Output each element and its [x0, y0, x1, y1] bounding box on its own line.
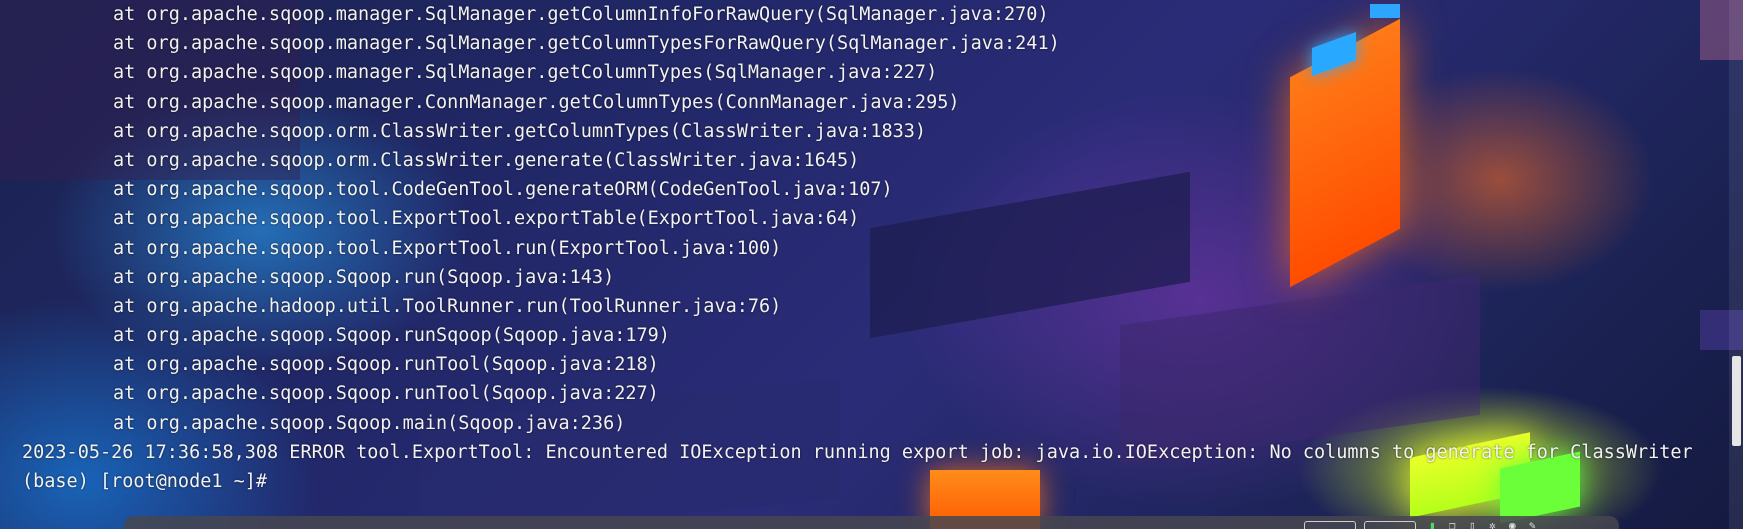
stack-trace-line: at org.apache.sqoop.orm.ClassWriter.gene…	[113, 149, 860, 171]
stack-trace-line: at org.apache.sqoop.Sqoop.runTool(Sqoop.…	[113, 354, 659, 376]
stack-trace-line: at org.apache.sqoop.manager.SqlManager.g…	[113, 4, 1049, 25]
edit-icon[interactable]: ✎	[1529, 520, 1536, 529]
stack-trace-line: at org.apache.sqoop.manager.ConnManager.…	[113, 91, 960, 113]
settings-icon[interactable]: ✲	[1489, 520, 1496, 529]
shell-prompt[interactable]: (base) [root@node1 ~]#	[0, 467, 1720, 496]
info-icon[interactable]: ◉	[1509, 520, 1516, 529]
file-icon[interactable]: ▯	[1469, 520, 1476, 529]
stack-trace-line: at org.apache.sqoop.Sqoop.runTool(Sqoop.…	[113, 383, 659, 405]
stack-trace-line: at org.apache.sqoop.orm.ClassWriter.getC…	[113, 120, 927, 142]
signal-icon[interactable]: ▮	[1429, 520, 1436, 529]
stack-trace-line: at org.apache.sqoop.tool.ExportTool.expo…	[113, 208, 860, 230]
terminal-window[interactable]: at org.apache.sqoop.manager.SqlManager.g…	[0, 0, 1743, 529]
toolbar-button[interactable]	[1304, 521, 1356, 529]
stack-trace-line: at org.apache.sqoop.tool.CodeGenTool.gen…	[113, 179, 893, 201]
terminal-output[interactable]: at org.apache.sqoop.manager.SqlManager.g…	[0, 0, 1720, 496]
copy-icon[interactable]: ❐	[1449, 520, 1456, 529]
stack-trace-line: at org.apache.sqoop.manager.SqlManager.g…	[113, 33, 1060, 55]
vertical-scrollbar[interactable]	[1729, 0, 1743, 529]
stack-trace-line: at org.apache.hadoop.util.ToolRunner.run…	[113, 295, 782, 317]
stack-trace-line: at org.apache.sqoop.manager.SqlManager.g…	[113, 62, 938, 84]
toolbar-button[interactable]	[1364, 521, 1416, 529]
stack-trace-line: at org.apache.sqoop.tool.ExportTool.run(…	[113, 237, 782, 259]
error-log-line: 2023-05-26 17:36:58,308 ERROR tool.Expor…	[22, 441, 1693, 463]
stack-trace-line: at org.apache.sqoop.Sqoop.run(Sqoop.java…	[113, 266, 615, 288]
bottom-toolbar: ▮ ❐ ▯ ✲ ◉ ✎	[124, 516, 1619, 529]
stack-trace-line: at org.apache.sqoop.Sqoop.main(Sqoop.jav…	[113, 412, 626, 434]
stack-trace-line: at org.apache.sqoop.Sqoop.runSqoop(Sqoop…	[113, 325, 670, 347]
scrollbar-thumb[interactable]	[1732, 356, 1741, 446]
